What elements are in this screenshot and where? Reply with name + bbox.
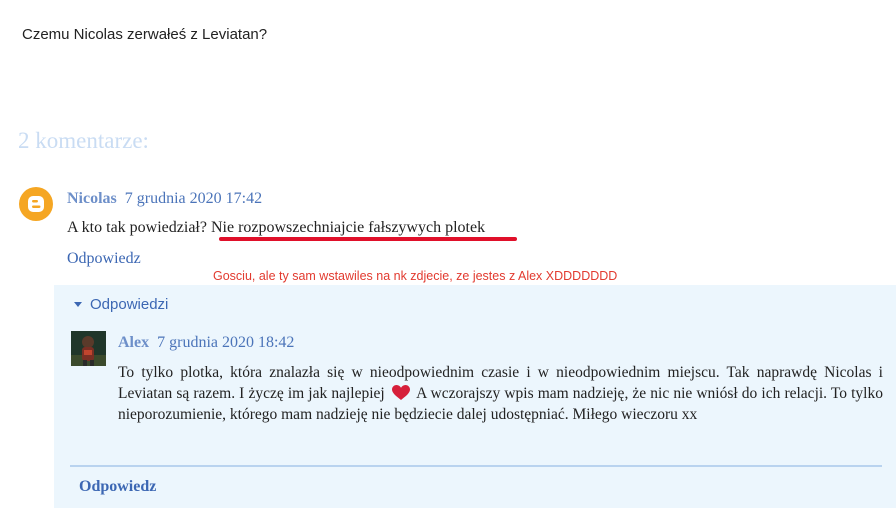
replies-toggle[interactable]: Odpowiedzi (74, 296, 168, 313)
thread-divider (70, 465, 882, 467)
blogger-avatar-icon[interactable] (19, 187, 53, 221)
reply-header: Alex 7 grudnia 2020 18:42 (118, 334, 294, 352)
reply-body: To tylko plotka, która znalazła się w ni… (118, 362, 883, 425)
thread-reply-button[interactable]: Odpowiedz (79, 478, 156, 496)
heart-icon (391, 385, 410, 400)
reply-button[interactable]: Odpowiedz (67, 250, 141, 268)
post-text: Czemu Nicolas zerwałeś z Leviatan? (22, 26, 268, 43)
comment-text-highlighted: Nie rozpowszechniajcie fałszywych plotek (210, 219, 486, 236)
reply-author-link[interactable]: Alex (118, 334, 149, 351)
user-avatar[interactable] (71, 331, 106, 366)
comment-body: A kto tak powiedział? Nie rozpowszechnia… (67, 219, 485, 237)
comments-heading: 2 komentarze: (18, 128, 149, 153)
comment-text: A kto tak powiedział? (67, 219, 211, 236)
red-annotation-text: Gosciu, ale ty sam wstawiles na nk zdjec… (213, 269, 618, 283)
reply-date-link[interactable]: 7 grudnia 2020 18:42 (157, 334, 294, 351)
caret-down-icon (74, 302, 82, 307)
comment-author-link[interactable]: Nicolas (67, 190, 117, 207)
comment-header: Nicolas 7 grudnia 2020 17:42 (67, 190, 262, 208)
comment-date-link[interactable]: 7 grudnia 2020 17:42 (125, 190, 262, 207)
replies-toggle-label: Odpowiedzi (90, 296, 169, 313)
red-underline-annotation (219, 237, 517, 241)
